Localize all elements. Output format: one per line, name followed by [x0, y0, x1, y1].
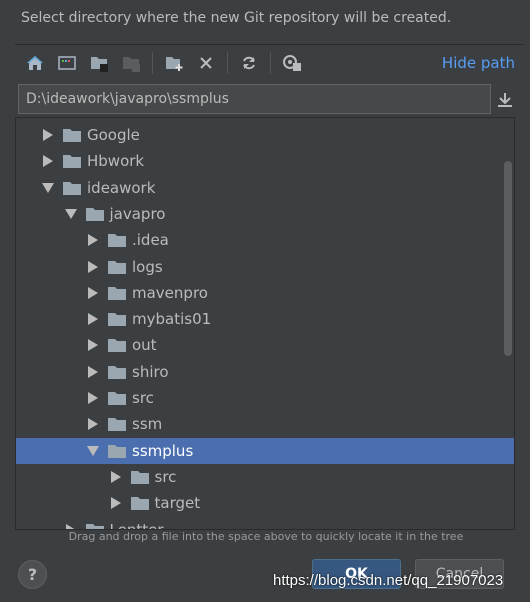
tree-node-label: mybatis01 [132, 310, 212, 329]
chevron-right-icon[interactable] [86, 338, 100, 352]
tree-node[interactable]: javapro [16, 201, 514, 227]
divider [15, 44, 524, 45]
tree-node[interactable]: Lentter [16, 517, 514, 530]
tree-node[interactable]: Google [16, 122, 514, 148]
tree-node-label: target [154, 494, 201, 513]
tree-node[interactable]: out [16, 332, 514, 358]
tree-node-label: ssm [132, 415, 163, 434]
folder-icon [108, 365, 126, 379]
chevron-right-icon[interactable] [86, 286, 100, 300]
tree-node-label: Google [87, 126, 140, 144]
delete-icon[interactable] [195, 52, 217, 74]
folder-icon [108, 338, 126, 353]
folder-icon [63, 128, 81, 142]
folder-icon [130, 496, 149, 511]
tree-node[interactable]: Hbwork [16, 148, 514, 174]
chevron-right-icon[interactable] [86, 312, 100, 326]
tree-node-label: logs [132, 257, 163, 276]
tree-node-label: mavenpro [132, 283, 208, 302]
hide-path-link[interactable]: Hide path [442, 54, 515, 72]
dialog-title: Select directory where the new Git repos… [21, 10, 452, 26]
project-folder-icon[interactable] [88, 52, 110, 74]
tree-node[interactable]: shiro [16, 359, 514, 385]
directory-tree[interactable]: Google Hbwork ideawork javapro .idea logs mave… [15, 117, 515, 530]
tree-node-label: src [154, 467, 177, 486]
chevron-right-icon[interactable] [64, 523, 78, 529]
toolbar-separator [270, 52, 271, 74]
chevron-down-icon[interactable] [86, 444, 100, 458]
folder-icon [108, 391, 126, 405]
show-hidden-icon[interactable] [281, 52, 303, 74]
refresh-icon[interactable] [238, 52, 260, 74]
folder-icon [108, 417, 126, 432]
chevron-right-icon[interactable] [86, 233, 100, 247]
module-folder-icon[interactable] [120, 52, 142, 74]
tree-node[interactable]: src [16, 464, 514, 490]
toolbar-separator [227, 52, 228, 74]
tree-node[interactable]: mavenpro [16, 280, 514, 306]
tree-node-label: src [132, 389, 154, 407]
tree-node[interactable]: ideawork [16, 175, 514, 201]
tree-node[interactable]: mybatis01 [16, 306, 514, 332]
tree-node-label: Lentter [109, 520, 164, 530]
chevron-right-icon[interactable] [41, 128, 55, 142]
folder-icon [108, 233, 126, 248]
folder-icon [130, 470, 149, 484]
tree-node[interactable]: target [16, 490, 514, 516]
chevron-right-icon[interactable] [86, 365, 100, 379]
chevron-right-icon[interactable] [86, 417, 100, 431]
watermark: https://blog.csdn.net/qq_21907023 [273, 572, 504, 589]
chevron-right-icon[interactable] [41, 154, 55, 168]
drag-drop-hint: Drag and drop a file into the space abov… [68, 530, 464, 543]
folder-icon [85, 523, 104, 529]
tree-node[interactable]: ssm [16, 411, 514, 437]
tree-node[interactable]: logs [16, 254, 514, 280]
chevron-right-icon[interactable] [109, 470, 123, 484]
new-folder-icon[interactable] [163, 52, 185, 74]
folder-icon [108, 286, 126, 300]
chevron-right-icon[interactable] [86, 260, 100, 274]
home-icon[interactable] [24, 52, 46, 74]
tree-node[interactable]: ssmplus [16, 437, 514, 464]
chevron-right-icon[interactable] [86, 391, 100, 405]
download-icon[interactable] [496, 88, 514, 110]
folder-icon [63, 181, 81, 195]
folder-icon [63, 154, 81, 169]
folder-icon [108, 260, 126, 274]
toolbar [24, 52, 313, 74]
tree-node-label: ssmplus [132, 441, 194, 460]
toolbar-separator [152, 52, 153, 74]
tree-node-label: shiro [132, 362, 169, 381]
tree-node-label: Hbwork [87, 152, 145, 171]
tree-node-label: javapro [109, 204, 166, 223]
folder-icon [108, 312, 126, 327]
tree-node-label: .idea [132, 231, 169, 250]
tree-node-label: ideawork [87, 178, 156, 197]
tree-node[interactable]: src [16, 385, 514, 411]
chevron-right-icon[interactable] [109, 496, 123, 510]
chevron-down-icon[interactable] [64, 207, 78, 221]
tree-node[interactable]: .idea [16, 227, 514, 253]
chevron-down-icon[interactable] [41, 181, 55, 195]
folder-icon [85, 207, 104, 221]
path-input[interactable] [18, 84, 491, 114]
tree-node-label: out [132, 336, 157, 355]
help-button[interactable]: ? [18, 560, 47, 589]
folder-icon [108, 444, 126, 458]
desktop-icon[interactable] [56, 52, 78, 74]
